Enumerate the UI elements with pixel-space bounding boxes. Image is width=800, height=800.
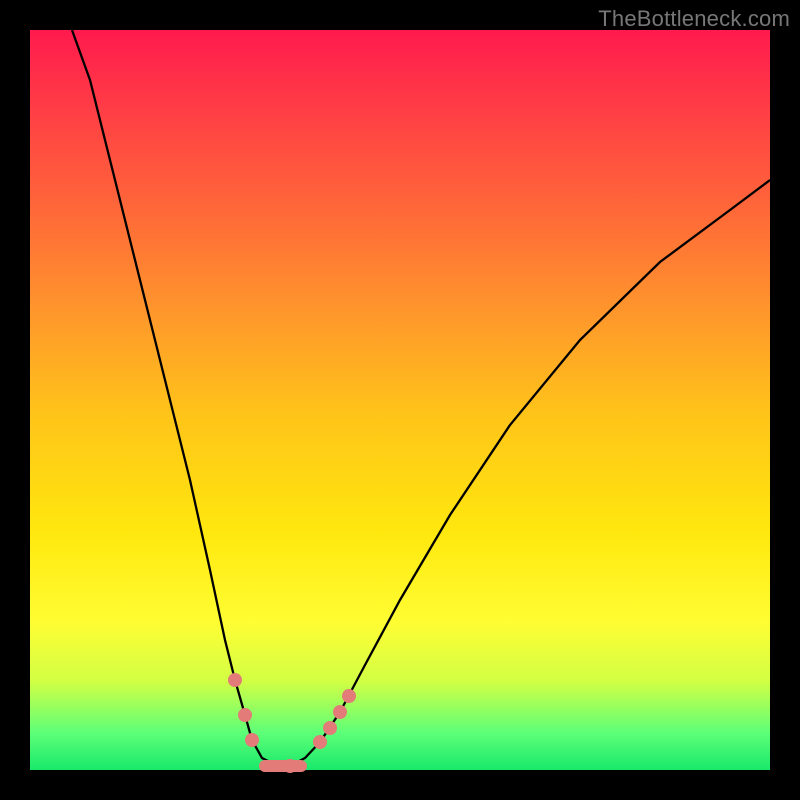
curve-marker xyxy=(333,705,347,719)
curve-floor-pill xyxy=(259,760,307,772)
frame-border-bottom xyxy=(0,770,800,800)
curve-marker xyxy=(228,673,242,687)
curve-marker xyxy=(245,733,259,747)
chart-stage: TheBottleneck.com xyxy=(0,0,800,800)
curve-marker xyxy=(323,721,337,735)
curve-marker xyxy=(238,708,252,722)
attribution-text: TheBottleneck.com xyxy=(598,6,790,32)
bottleneck-curve xyxy=(30,30,770,770)
curve-marker xyxy=(342,689,356,703)
frame-border-right xyxy=(770,0,800,800)
curve-marker xyxy=(313,735,327,749)
frame-border-left xyxy=(0,0,30,800)
